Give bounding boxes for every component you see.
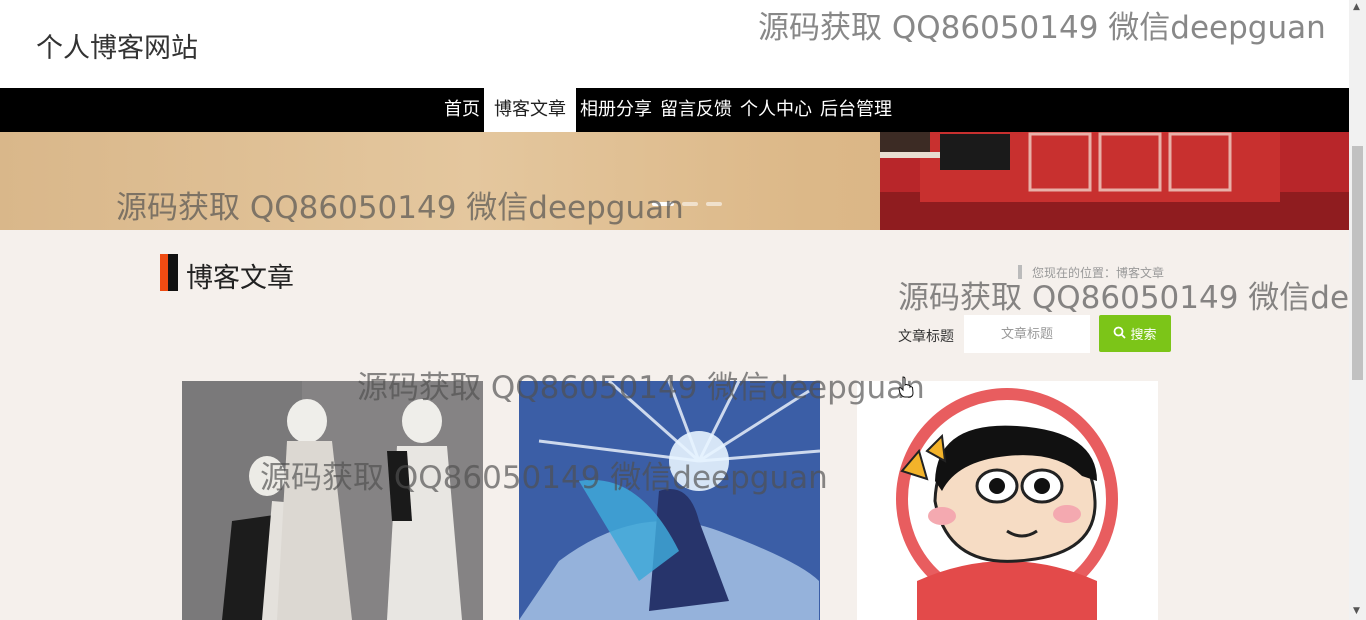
banner-carousel[interactable] [0,132,1349,230]
carousel-dot-2[interactable] [682,202,698,206]
article-card-3[interactable] [857,381,1158,620]
breadcrumb-text: 您现在的位置：博客文章 [1032,265,1165,280]
nav-item-home[interactable]: 首页 [440,88,484,132]
search-button-label: 搜索 [1130,327,1157,342]
scroll-up-arrow-icon[interactable]: ▲ [1353,2,1360,12]
page-scrollbar[interactable]: ▲ ▼ [1349,0,1366,620]
section-title-marker [160,254,178,291]
nav-item-feedback[interactable]: 留言反馈 [656,88,736,132]
banner-image [880,132,1349,230]
main-nav: 首页 博客文章 相册分享 留言反馈 个人中心 后台管理 [0,88,1349,132]
carousel-indicators [652,202,722,206]
nav-item-album-share[interactable]: 相册分享 [576,88,656,132]
article-card-2[interactable] [519,381,820,620]
search-icon [1113,326,1127,342]
nav-item-blog-articles[interactable]: 博客文章 [484,88,576,132]
scroll-down-arrow-icon[interactable]: ▼ [1353,606,1360,616]
section-title: 博客文章 [186,263,294,294]
carousel-dot-3[interactable] [706,202,722,206]
site-title[interactable]: 个人博客网站 [36,26,198,65]
site-header: 个人博客网站 [0,0,1349,88]
breadcrumb: 您现在的位置：博客文章 [1018,264,1164,280]
article-thumbnail-1 [182,381,483,620]
article-thumbnail-3 [857,381,1158,620]
nav-item-admin[interactable]: 后台管理 [816,88,896,132]
mouse-cursor-icon [898,376,914,398]
search-button[interactable]: 搜索 [1099,315,1171,352]
article-card-1[interactable] [182,381,483,620]
article-thumbnail-2 [519,381,820,620]
article-title-search-input[interactable] [964,315,1090,353]
scrollbar-thumb[interactable] [1352,146,1363,380]
search-label: 文章标题 [898,329,954,345]
carousel-dot-1[interactable] [652,202,674,206]
nav-item-user-center[interactable]: 个人中心 [736,88,816,132]
